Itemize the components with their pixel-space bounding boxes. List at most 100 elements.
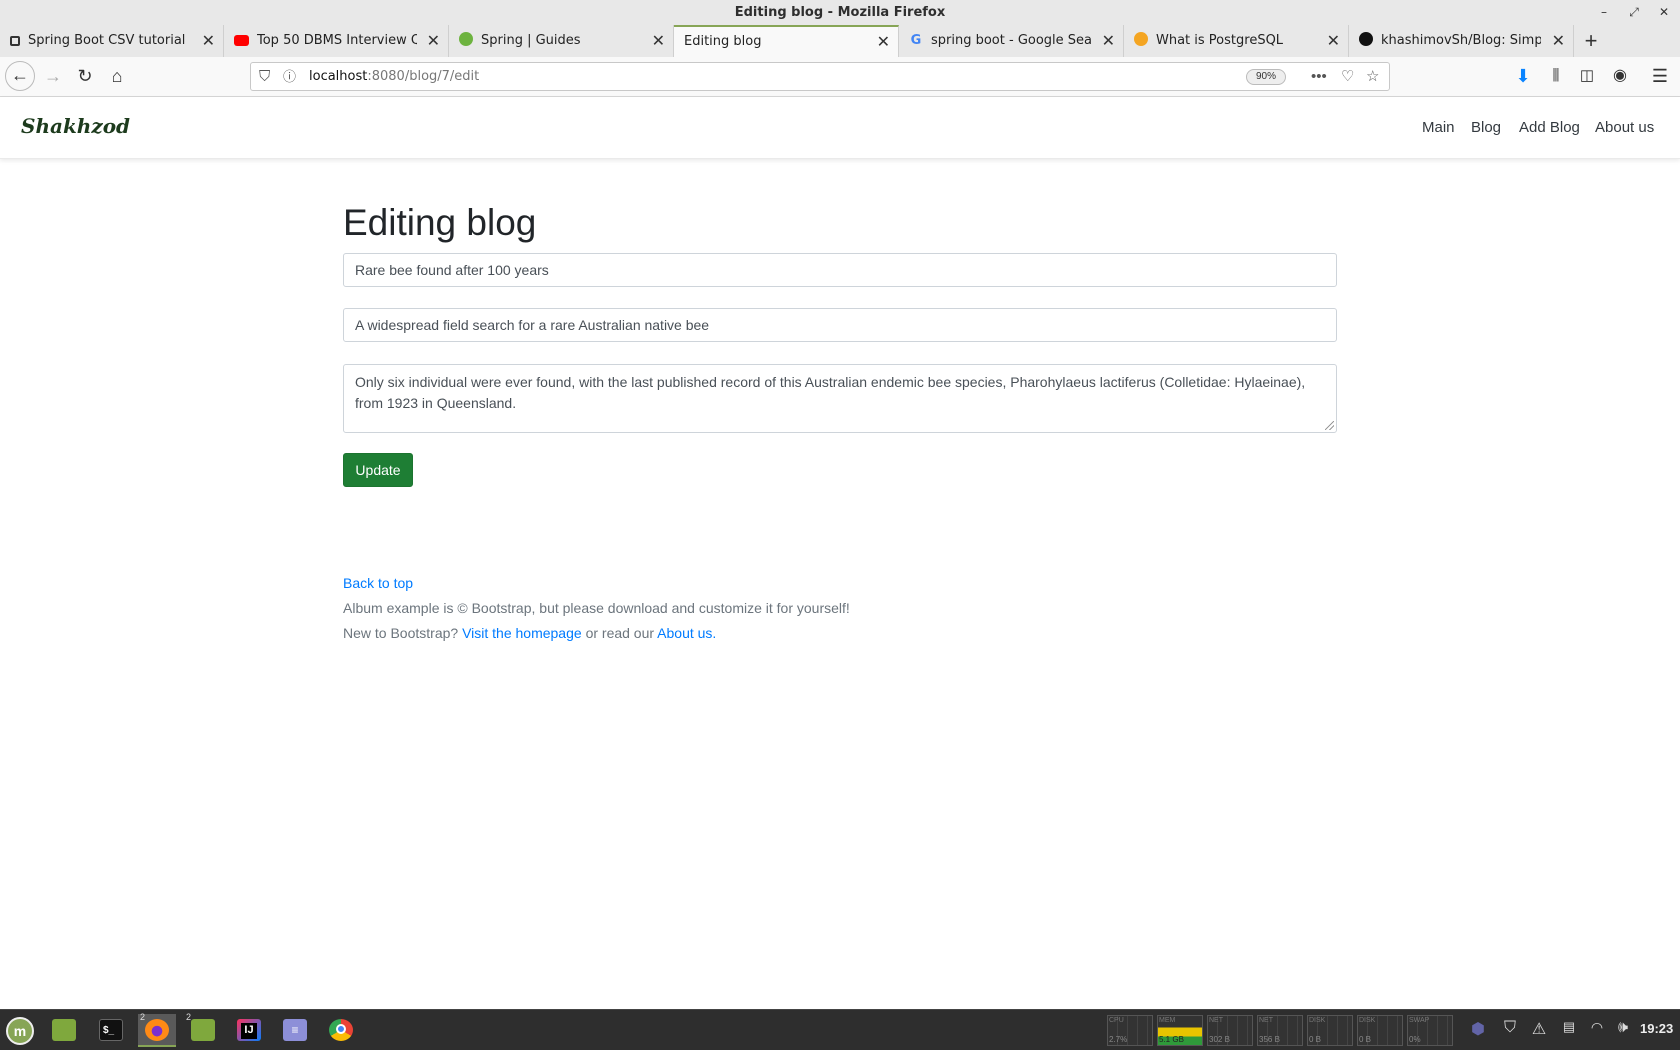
visit-homepage-link[interactable]: Visit the homepage [462,625,582,641]
page-actions-icon[interactable]: ••• [1311,63,1327,90]
full-text-textarea[interactable]: Only six individual were ever found, wit… [343,364,1337,433]
account-icon[interactable]: ◉ [1605,61,1635,91]
taskbar-files-2[interactable]: 2 [184,1012,222,1047]
back-button[interactable]: ← [5,61,35,91]
swap-monitor: SWAP 0% [1407,1015,1453,1046]
net-down-monitor: NET 302 B [1207,1015,1253,1046]
footer-back-to-top: Back to top [343,575,413,591]
google-icon: G [910,33,922,48]
address-bar[interactable]: ⛉ ⓘ localhost:8080/blog/7/edit 90% ••• ♡… [250,62,1390,91]
tab-label: Spring Boot CSV tutorial - s [28,33,188,48]
footer-bootstrap-line: New to Bootstrap? Visit the homepage or … [343,625,716,641]
tab-postgresql[interactable]: What is PostgreSQL ✕ [1124,25,1349,57]
taskbar-chrome[interactable] [322,1014,360,1047]
disk-read-monitor: DISK 0 B [1307,1015,1353,1046]
taskbar-terminal[interactable]: $_ [92,1014,130,1047]
tab-github-blog[interactable]: khashimovSh/Blog: Simpe V ✕ [1349,25,1574,57]
net-up-monitor: NET 356 B [1257,1015,1303,1046]
tab-spring-boot-csv[interactable]: Spring Boot CSV tutorial - s ✕ [0,25,224,57]
shield-icon[interactable]: ⛉ [259,63,270,90]
downloads-icon[interactable]: ⬇ [1508,61,1538,91]
tab-label: Top 50 DBMS Interview Qu [257,33,417,48]
update-button[interactable]: Update [343,453,413,487]
menu-icon[interactable]: ☰ [1645,61,1675,91]
library-icon[interactable]: ⫼ [1541,61,1571,91]
footer-credit-line: Album example is © Bootstrap, but please… [343,600,850,616]
close-icon[interactable]: ✕ [202,25,215,57]
pocket-icon[interactable]: ♡ [1341,63,1354,90]
minimize-button[interactable]: – [1592,0,1616,25]
page-title: Editing blog [343,202,537,243]
title-input[interactable]: Rare bee found after 100 years [343,253,1337,287]
spring-leaf-icon [459,32,473,46]
site-header: Shakhzod Main Blog Add Blog About us [0,97,1680,159]
disk-write-monitor: DISK 0 B [1357,1015,1403,1046]
new-tab-button[interactable]: + [1578,25,1604,57]
text-editor-icon: ≡ [283,1019,307,1041]
tab-label: khashimovSh/Blog: Simpe V [1381,33,1541,48]
resize-handle[interactable] [1325,421,1334,430]
start-menu-button[interactable]: m [2,1014,40,1047]
warning-icon[interactable]: ⚠ [1528,1019,1550,1039]
close-icon[interactable]: ✕ [1327,25,1340,57]
nav-link-blog[interactable]: Blog [1471,119,1501,136]
mint-logo-icon: m [6,1017,34,1045]
footer-prefix-text: New to Bootstrap? [343,625,459,641]
bookmark-star-icon[interactable]: ☆ [1366,63,1379,90]
url-text[interactable]: localhost:8080/blog/7/edit [309,63,479,90]
close-icon[interactable]: ✕ [1552,25,1565,57]
nav-link-main[interactable]: Main [1422,119,1455,136]
nav-link-about-us[interactable]: About us [1595,119,1654,136]
close-window-button[interactable]: ✕ [1652,0,1676,25]
youtube-icon [234,35,249,46]
memory-monitor: MEM 5.1 GB [1157,1015,1203,1046]
zoom-level-button[interactable]: 90% [1246,69,1286,85]
system-clock[interactable]: 19:23 [1640,1021,1673,1036]
shield-update-icon[interactable]: ⛉ [1499,1019,1521,1037]
page-icon [10,36,20,46]
taskbar-files[interactable] [45,1014,83,1047]
forward-button[interactable]: → [38,61,68,91]
sidebar-icon[interactable]: ◫ [1572,61,1602,91]
tab-dbms-interview[interactable]: Top 50 DBMS Interview Qu ✕ [224,25,449,57]
tab-spring-guides[interactable]: Spring | Guides ✕ [449,25,674,57]
reload-button[interactable]: ↻ [70,61,100,91]
keyboard-layout-flag-icon[interactable]: ▤ [1558,1019,1580,1035]
tab-label: What is PostgreSQL [1156,33,1284,48]
back-to-top-link[interactable]: Back to top [343,575,413,591]
tab-label: Editing blog [684,34,762,49]
firefox-icon [145,1019,169,1041]
taskbar-intellij[interactable]: IJ [230,1014,268,1047]
teams-icon[interactable]: ⬢ [1467,1019,1489,1039]
tab-label: Spring | Guides [481,33,581,48]
tab-editing-blog[interactable]: Editing blog ✕ [674,25,899,57]
about-us-link[interactable]: About us. [657,625,716,641]
taskbar-firefox[interactable]: 2 [138,1012,176,1047]
folder-icon [52,1019,76,1041]
window-title: Editing blog - Mozilla Firefox [734,5,946,20]
window-titlebar: Editing blog - Mozilla Firefox – ⤢ ✕ [0,0,1680,25]
close-icon[interactable]: ✕ [652,25,665,57]
tab-google-search[interactable]: Gspring boot - Google Search ✕ [899,25,1124,57]
nav-link-add-blog[interactable]: Add Blog [1519,119,1580,136]
home-button[interactable]: ⌂ [102,61,132,91]
tab-strip: Spring Boot CSV tutorial - s ✕ Top 50 DB… [0,25,1680,57]
full-text-value: Only six individual were ever found, wit… [355,374,1306,411]
close-icon[interactable]: ✕ [427,25,440,57]
info-icon[interactable]: ⓘ [283,63,296,90]
close-icon[interactable]: ✕ [1102,25,1115,57]
intellij-icon: IJ [237,1019,261,1041]
volume-icon[interactable]: 🕪 [1612,1019,1634,1037]
cpu-monitor: CPU 2.7% [1107,1015,1153,1046]
footer-mid-text: or read our [585,625,655,641]
close-icon[interactable]: ✕ [877,27,890,57]
taskbar-text-editor[interactable]: ≡ [276,1014,314,1047]
maximize-button[interactable]: ⤢ [1622,0,1646,25]
wifi-icon[interactable]: ◠ [1586,1019,1608,1036]
github-icon [1359,32,1373,46]
anons-input[interactable]: A widespread field search for a rare Aus… [343,308,1337,342]
site-brand[interactable]: Shakhzod [21,114,130,138]
system-taskbar: m $_ 2 2 IJ ≡ CPU 2.7% MEM 5.1 GB NET 302 B… [0,1009,1680,1050]
chrome-icon [329,1019,353,1041]
folder-icon [191,1019,215,1041]
